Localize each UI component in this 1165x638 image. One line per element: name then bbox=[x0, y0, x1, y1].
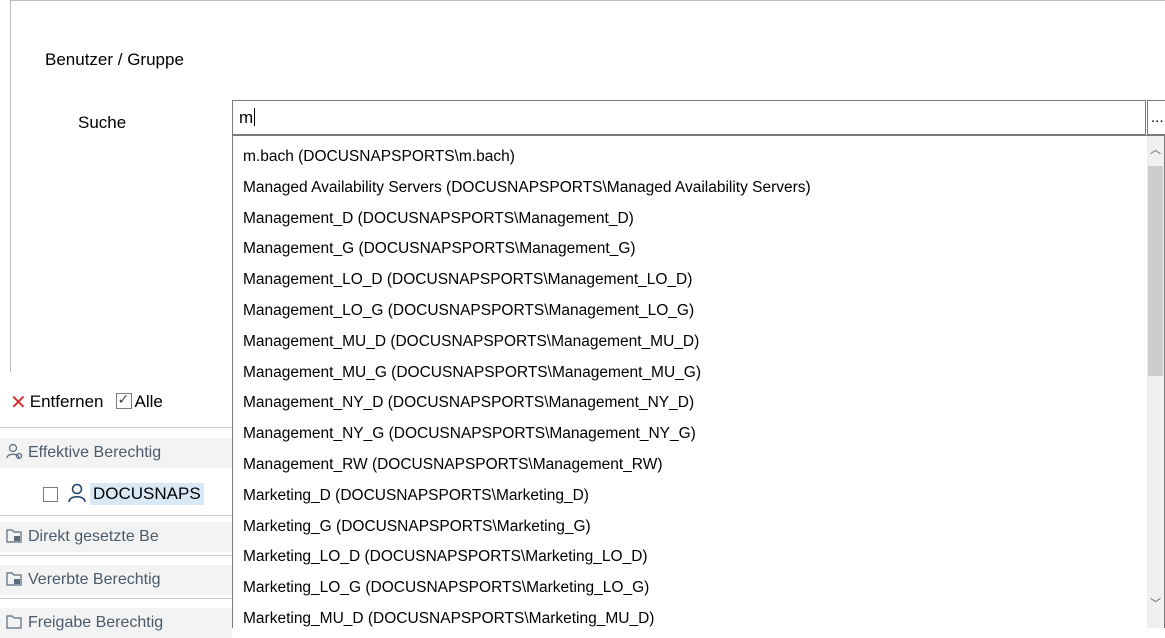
autocomplete-item[interactable]: Management_NY_G (DOCUSNAPSPORTS\Manageme… bbox=[243, 419, 1142, 450]
chevron-down-icon[interactable]: ﹀ bbox=[1147, 594, 1164, 614]
all-label: Alle bbox=[134, 392, 163, 411]
autocomplete-list: m.bach (DOCUSNAPSPORTS\m.bach) Managed A… bbox=[243, 142, 1142, 628]
all-checkbox[interactable] bbox=[115, 391, 132, 409]
divider bbox=[0, 427, 232, 428]
dropdown-scrollbar[interactable]: ︿ ﹀ bbox=[1147, 136, 1164, 628]
user-group-icon bbox=[6, 443, 23, 460]
autocomplete-item[interactable]: Marketing_LO_D (DOCUSNAPSPORTS\Marketing… bbox=[243, 542, 1142, 573]
autocomplete-item[interactable]: Management_RW (DOCUSNAPSPORTS\Management… bbox=[243, 450, 1142, 481]
autocomplete-item[interactable]: Management_D (DOCUSNAPSPORTS\Management_… bbox=[243, 204, 1142, 235]
group-frame-left bbox=[10, 0, 11, 372]
autocomplete-item[interactable]: Management_LO_G (DOCUSNAPSPORTS\Manageme… bbox=[243, 296, 1142, 327]
autocomplete-item[interactable]: Management_NY_D (DOCUSNAPSPORTS\Manageme… bbox=[243, 388, 1142, 419]
tree-node-direct[interactable]: Direkt gesetzte Be bbox=[0, 522, 232, 552]
search-input[interactable]: m bbox=[232, 100, 1146, 135]
tree-node-inherited-label: Vererbte Berechtig bbox=[28, 571, 161, 588]
folder-lock-icon bbox=[6, 529, 22, 543]
autocomplete-item[interactable]: Management_MU_D (DOCUSNAPSPORTS\Manageme… bbox=[243, 327, 1142, 358]
autocomplete-item[interactable]: Marketing_D (DOCUSNAPSPORTS\Marketing_D) bbox=[243, 481, 1142, 512]
autocomplete-item[interactable]: Management_G (DOCUSNAPSPORTS\Management_… bbox=[243, 234, 1142, 265]
divider bbox=[0, 598, 232, 599]
autocomplete-item[interactable]: Management_MU_G (DOCUSNAPSPORTS\Manageme… bbox=[243, 358, 1142, 389]
group-title: Benutzer / Gruppe bbox=[45, 50, 184, 69]
search-value: m bbox=[239, 108, 254, 127]
autocomplete-item[interactable]: m.bach (DOCUSNAPSPORTS\m.bach) bbox=[243, 142, 1142, 173]
text-caret bbox=[254, 108, 256, 126]
chevron-up-icon[interactable]: ︿ bbox=[1147, 140, 1164, 160]
browse-button[interactable]: ... bbox=[1147, 100, 1165, 135]
autocomplete-item[interactable]: Marketing_LO_G (DOCUSNAPSPORTS\Marketing… bbox=[243, 573, 1142, 604]
remove-button[interactable]: Entfernen bbox=[30, 392, 104, 411]
autocomplete-dropdown: m.bach (DOCUSNAPSPORTS\m.bach) Managed A… bbox=[232, 135, 1165, 628]
tree-node-share-label: Freigabe Berechtig bbox=[28, 614, 164, 631]
divider bbox=[0, 555, 232, 556]
remove-icon: ✕ bbox=[10, 392, 27, 414]
autocomplete-item[interactable]: Management_LO_D (DOCUSNAPSPORTS\Manageme… bbox=[243, 265, 1142, 296]
tree-node-effective[interactable]: Effektive Berechtig bbox=[0, 438, 232, 468]
divider bbox=[0, 515, 232, 516]
permission-toolbar: ✕Entfernen Alle bbox=[10, 390, 163, 415]
scroll-thumb[interactable] bbox=[1148, 166, 1163, 376]
user-label: DOCUSNAPS bbox=[90, 483, 204, 505]
autocomplete-item[interactable]: Managed Availability Servers (DOCUSNAPSP… bbox=[243, 173, 1142, 204]
user-icon bbox=[68, 483, 86, 503]
group-frame bbox=[10, 0, 1165, 15]
tree-node-share[interactable]: Freigabe Berechtig bbox=[0, 608, 232, 638]
tree-node-effective-label: Effektive Berechtig bbox=[28, 444, 162, 461]
folder-lock-icon bbox=[6, 572, 22, 586]
autocomplete-item[interactable]: Marketing_MU_D (DOCUSNAPSPORTS\Marketing… bbox=[243, 604, 1142, 628]
autocomplete-item[interactable]: Marketing_G (DOCUSNAPSPORTS\Marketing_G) bbox=[243, 512, 1142, 543]
tree-node-inherited[interactable]: Vererbte Berechtig bbox=[0, 565, 232, 595]
user-checkbox[interactable] bbox=[43, 487, 58, 502]
tree-node-direct-label: Direkt gesetzte Be bbox=[28, 528, 159, 545]
folder-icon bbox=[6, 615, 22, 629]
search-label: Suche bbox=[78, 113, 127, 132]
tree-node-user[interactable]: DOCUSNAPS bbox=[0, 479, 232, 509]
